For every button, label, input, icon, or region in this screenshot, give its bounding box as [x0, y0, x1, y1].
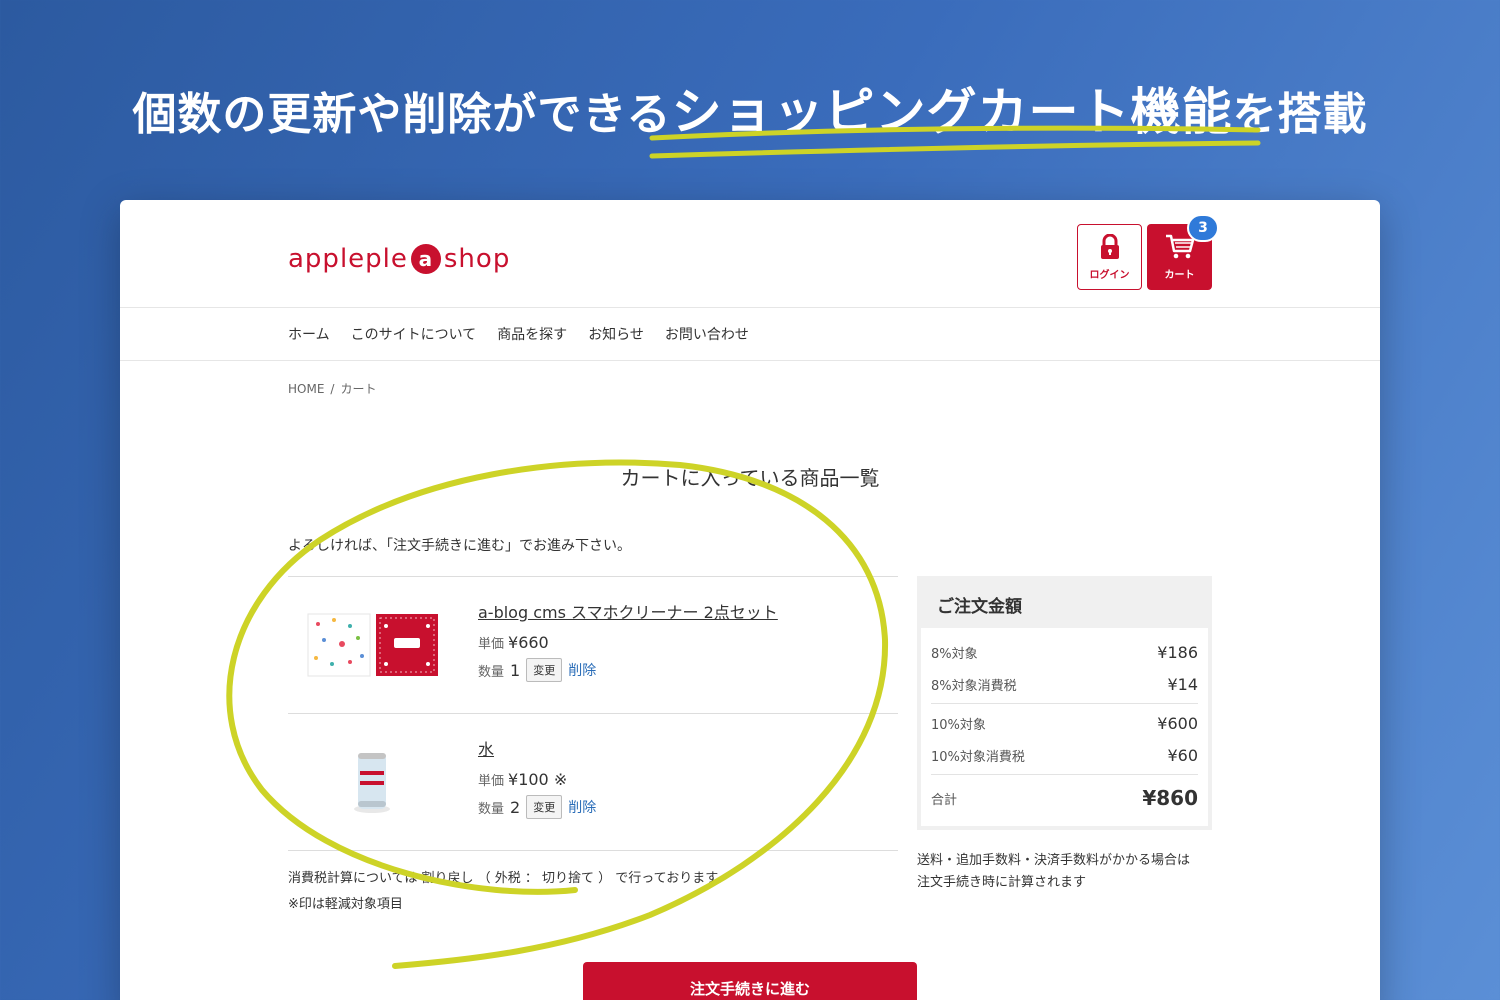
- browser-window: appleple a shop ログイン カート 3 ホーム このサイトについて…: [120, 200, 1380, 1000]
- order-summary: ご注文金額 8%対象 ¥186 8%対象消費税 ¥14 10%対象 ¥600 1…: [917, 576, 1212, 830]
- cart-label: カート: [1164, 269, 1195, 281]
- summary-row-label: 8%対象: [931, 646, 978, 662]
- nav-item-products[interactable]: 商品を探す: [497, 324, 567, 344]
- unit-price-label: 単価: [478, 637, 505, 652]
- summary-row-amount: ¥14: [1167, 674, 1198, 694]
- headline-pre: 個数の更新や削除ができる: [132, 89, 672, 140]
- cart-item-price: ¥100 ※: [508, 770, 568, 789]
- summary-body: 8%対象 ¥186 8%対象消費税 ¥14 10%対象 ¥600 10%対象消費…: [921, 628, 1208, 826]
- qty-label: 数量: [478, 801, 505, 817]
- lock-icon: [1100, 233, 1119, 259]
- headline-highlight: ショッピングカート機能: [671, 83, 1233, 141]
- site-logo[interactable]: appleple a shop: [288, 244, 510, 274]
- summary-row-label: 10%対象: [931, 717, 986, 733]
- cart-item-name-link[interactable]: a-blog cms スマホクリーナー 2点セット: [478, 599, 778, 623]
- qty-label: 数量: [478, 664, 505, 680]
- breadcrumb-current: カート: [340, 382, 377, 396]
- product-image-water[interactable]: [306, 749, 438, 815]
- cart-item-qty-row: 数量 1 変更 削除: [478, 658, 778, 682]
- cart-item-price-row: 単価 ¥100 ※: [478, 770, 596, 789]
- page-title: カートに入っている商品一覧: [620, 466, 880, 490]
- cart-item-name-link[interactable]: 水: [478, 736, 596, 760]
- shipping-note-line1: 送料・追加手数料・決済手数料がかかる場合は: [917, 853, 1191, 868]
- change-qty-button[interactable]: 変更: [526, 658, 563, 682]
- nav-item-contact[interactable]: お問い合わせ: [665, 324, 749, 344]
- breadcrumb-separator: /: [330, 382, 335, 396]
- cart-item-qty-row: 数量 2 変更 削除: [478, 795, 596, 819]
- summary-divider: [931, 774, 1198, 775]
- site-header: appleple a shop ログイン カート 3: [120, 200, 1380, 308]
- cart-item-info: 水 単価 ¥100 ※ 数量 2 変更 削除: [478, 736, 596, 825]
- logo-text-post: shop: [443, 244, 511, 274]
- banner-headline: 個数の更新や削除ができるショッピングカート機能を搭載: [0, 72, 1500, 152]
- cart-item-price: ¥660: [508, 633, 549, 652]
- product-image-cleaner[interactable]: [306, 612, 438, 678]
- main-nav: ホーム このサイトについて 商品を探す お知らせ お問い合わせ: [288, 308, 749, 360]
- breadcrumb: HOME / カート: [288, 380, 376, 397]
- delete-item-link[interactable]: 削除: [568, 660, 596, 680]
- summary-divider: [931, 703, 1198, 704]
- summary-row-amount: ¥60: [1167, 745, 1198, 765]
- cart-item-info: a-blog cms スマホクリーナー 2点セット 単価 ¥660 数量 1 変…: [478, 599, 778, 688]
- cart-item: 水 単価 ¥100 ※ 数量 2 変更 削除: [288, 714, 898, 851]
- shipping-note: 送料・追加手数料・決済手数料がかかる場合は 注文手続き時に計算されます: [917, 850, 1217, 894]
- summary-total-label: 合計: [931, 792, 958, 808]
- logo-text-pre: appleple: [288, 244, 408, 274]
- tax-note: 消費税計算については 割り戻し （ 外税 ： 切り捨て ） で行っております。 …: [288, 866, 730, 918]
- page-intro: よろしければ、「注文手続きに進む」でお進み下さい。: [288, 538, 631, 554]
- logo-badge: a: [410, 244, 441, 274]
- cart-count-badge: 3: [1187, 214, 1219, 242]
- summary-row-amount: ¥186: [1157, 642, 1198, 662]
- summary-total-amount: ¥860: [1142, 786, 1198, 810]
- summary-row: 10%対象 ¥600: [931, 707, 1198, 739]
- checkout-button[interactable]: 注文手続きに進む: [583, 962, 917, 1000]
- delete-item-link[interactable]: 削除: [568, 797, 596, 817]
- unit-price-label: 単価: [478, 774, 505, 789]
- summary-row-label: 10%対象消費税: [931, 749, 1025, 765]
- cart-list: a-blog cms スマホクリーナー 2点セット 単価 ¥660 数量 1 変…: [288, 576, 898, 851]
- change-qty-button[interactable]: 変更: [526, 795, 563, 819]
- summary-row: 8%対象消費税 ¥14: [931, 668, 1198, 700]
- nav-item-news[interactable]: お知らせ: [588, 324, 644, 344]
- breadcrumb-home[interactable]: HOME: [288, 382, 324, 396]
- summary-row-label: 8%対象消費税: [931, 678, 1017, 694]
- summary-total-row: 合計 ¥860: [931, 778, 1198, 818]
- tax-note-line1: 消費税計算については 割り戻し （ 外税 ： 切り捨て ） で行っております。: [288, 871, 730, 886]
- summary-row: 8%対象 ¥186: [931, 636, 1198, 668]
- cart-item-qty[interactable]: 1: [510, 661, 520, 680]
- summary-title: ご注文金額: [937, 597, 1022, 617]
- cart-item: a-blog cms スマホクリーナー 2点セット 単価 ¥660 数量 1 変…: [288, 577, 898, 714]
- nav-divider: [120, 360, 1380, 361]
- headline-post: を搭載: [1232, 89, 1368, 140]
- cart-item-qty[interactable]: 2: [510, 798, 520, 817]
- tax-note-line2: ※印は軽減対象項目: [288, 897, 403, 912]
- summary-row-amount: ¥600: [1157, 713, 1198, 733]
- cart-item-price-row: 単価 ¥660: [478, 633, 778, 652]
- shipping-note-line2: 注文手続き時に計算されます: [917, 875, 1087, 890]
- login-button[interactable]: ログイン: [1077, 224, 1142, 290]
- nav-item-home[interactable]: ホーム: [288, 324, 330, 344]
- summary-row: 10%対象消費税 ¥60: [931, 739, 1198, 771]
- login-label: ログイン: [1089, 269, 1130, 281]
- nav-item-about[interactable]: このサイトについて: [351, 324, 477, 344]
